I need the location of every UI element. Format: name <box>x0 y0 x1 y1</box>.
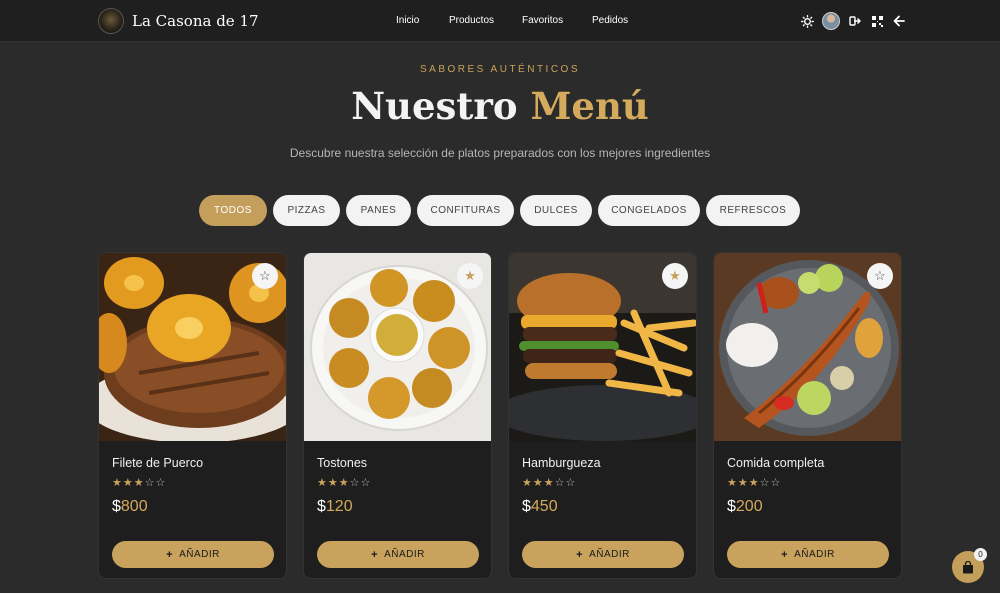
logout-icon[interactable] <box>846 12 864 30</box>
product-name: Filete de Puerco <box>112 456 204 470</box>
product-name: Tostones <box>317 456 368 470</box>
filter-panes[interactable]: PANES <box>346 195 411 226</box>
plus-icon: + <box>166 548 174 561</box>
nav-link-productos[interactable]: Productos <box>449 15 494 26</box>
product-image[interactable]: ☆ <box>99 253 286 441</box>
filter-pizzas[interactable]: PIZZAS <box>273 195 340 226</box>
page-title: Nuestro Menú <box>0 84 1000 128</box>
product-card: ★ Hamburgueza ★★★☆☆ $450 + AÑADIR <box>508 252 697 579</box>
title-main: Nuestro <box>351 84 518 128</box>
nav-link-favoritos[interactable]: Favoritos <box>522 15 563 26</box>
product-name: Comida completa <box>727 456 825 470</box>
rating-stars: ★★★☆☆ <box>727 477 782 489</box>
title-accent: Menú <box>530 84 649 128</box>
restaurant-logo <box>98 8 124 34</box>
filter-congelados[interactable]: CONGELADOS <box>598 195 700 226</box>
filter-dulces[interactable]: DULCES <box>520 195 592 226</box>
user-avatar[interactable] <box>822 12 840 30</box>
shopping-bag-icon <box>963 560 973 573</box>
hero-eyebrow: SABORES AUTÉNTICOS <box>419 64 581 75</box>
favorite-star-icon[interactable]: ☆ <box>867 263 893 289</box>
brand-name: La Casona de 17 <box>132 12 259 30</box>
product-price: $450 <box>522 498 558 515</box>
brand[interactable]: La Casona de 17 <box>98 8 259 34</box>
sun-icon[interactable] <box>798 12 816 30</box>
filter-refrescos[interactable]: REFRESCOS <box>706 195 800 226</box>
product-card: ☆ Filete de Puerco ★★★☆☆ $800 + AÑADIR <box>98 252 287 579</box>
favorite-star-icon[interactable]: ★ <box>662 263 688 289</box>
product-price: $800 <box>112 498 148 515</box>
filter-todos[interactable]: TODOS <box>199 195 267 226</box>
plus-icon: + <box>371 548 379 561</box>
product-image[interactable]: ☆ <box>714 253 901 441</box>
rating-stars: ★★★☆☆ <box>112 477 167 489</box>
product-card: ☆ Comida completa ★★★☆☆ $200 + AÑADIR <box>713 252 902 579</box>
hero-subtitle: Descubre nuestra selección de platos pre… <box>289 146 711 160</box>
product-card: ★ Tostones ★★★☆☆ $120 + AÑADIR <box>303 252 492 579</box>
product-image[interactable]: ★ <box>509 253 696 441</box>
add-to-cart-button[interactable]: + AÑADIR <box>112 541 274 568</box>
plus-icon: + <box>781 548 789 561</box>
product-price: $200 <box>727 498 763 515</box>
favorite-star-icon[interactable]: ★ <box>457 263 483 289</box>
rating-stars: ★★★☆☆ <box>317 477 372 489</box>
product-name: Hamburgueza <box>522 456 601 470</box>
add-to-cart-button[interactable]: + AÑADIR <box>727 541 889 568</box>
nav-link-inicio[interactable]: Inicio <box>396 15 419 26</box>
back-arrow-icon[interactable] <box>890 12 908 30</box>
nav-link-pedidos[interactable]: Pedidos <box>592 15 628 26</box>
product-price: $120 <box>317 498 353 515</box>
qr-code-icon[interactable] <box>868 12 886 30</box>
plus-icon: + <box>576 548 584 561</box>
category-filters: TODOS PIZZAS PANES CONFITURAS DULCES CON… <box>0 195 1000 226</box>
cart-count-badge: 0 <box>974 548 987 561</box>
favorite-star-icon[interactable]: ☆ <box>252 263 278 289</box>
filter-confituras[interactable]: CONFITURAS <box>417 195 514 226</box>
rating-stars: ★★★☆☆ <box>522 477 577 489</box>
product-image[interactable]: ★ <box>304 253 491 441</box>
avatar <box>822 12 840 30</box>
navbar: La Casona de 17 Inicio Productos Favorit… <box>0 0 1000 42</box>
add-to-cart-button[interactable]: + AÑADIR <box>522 541 684 568</box>
add-to-cart-button[interactable]: + AÑADIR <box>317 541 479 568</box>
